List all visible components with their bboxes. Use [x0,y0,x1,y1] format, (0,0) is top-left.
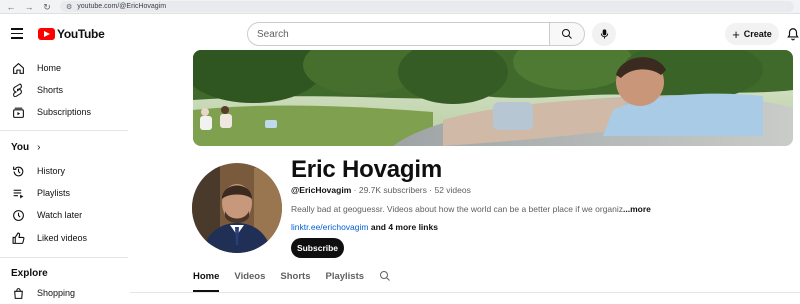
sidebar: Home Shorts Subscriptions You › History … [0,54,130,299]
channel-search-icon[interactable] [379,268,391,285]
sidebar-item-playlists[interactable]: Playlists [0,182,130,204]
subscriptions-icon [11,105,25,119]
home-icon [11,61,25,75]
sidebar-item-home[interactable]: Home [0,57,130,79]
notifications-icon[interactable] [786,26,800,42]
channel-name: Eric Hovagim [291,156,442,183]
youtube-play-icon [38,28,55,40]
tab-videos[interactable]: Videos [234,268,265,292]
channel-description[interactable]: Really bad at geoguessr. Videos about ho… [291,204,651,214]
search-icon [562,29,572,39]
back-icon[interactable]: ← [6,2,16,12]
sidebar-item-shopping[interactable]: Shopping [0,282,130,304]
sidebar-divider [0,130,128,131]
sidebar-divider [0,257,128,258]
plus-icon: + [732,26,740,42]
tab-shorts[interactable]: Shorts [280,268,310,292]
subscribe-button[interactable]: Subscribe [291,238,344,258]
shopping-icon [11,286,25,300]
banner-image [193,50,793,146]
channel-tabs: Home Videos Shorts Playlists [193,268,391,292]
watch-later-icon [11,208,25,222]
sidebar-section-you[interactable]: You › [11,142,41,153]
reload-icon[interactable]: ↻ [42,2,52,12]
tab-home[interactable]: Home [193,268,220,292]
shorts-icon [11,83,25,97]
video-count: 52 videos [434,185,471,195]
channel-avatar[interactable] [192,163,282,253]
more-link[interactable]: ...more [623,204,651,214]
subscriber-count: 29.7K subscribers [358,185,427,195]
voice-search-button[interactable] [592,22,616,46]
chevron-right-icon: › [37,142,41,153]
search-button[interactable] [549,22,585,46]
playlists-icon [11,186,25,200]
address-bar-url: youtube.com/@EricHovagim [77,3,167,10]
masthead: YouTube Search + Create [0,14,800,54]
address-bar[interactable]: ⚙ youtube.com/@EricHovagim [60,1,794,12]
tabs-divider [130,292,800,293]
external-link[interactable]: linktr.ee/erichovagim [291,222,368,232]
microphone-icon [600,29,608,39]
sidebar-item-liked-videos[interactable]: Liked videos [0,227,130,249]
more-links[interactable]: and 4 more links [371,222,438,232]
channel-links: linktr.ee/erichovagim and 4 more links [291,222,438,232]
search-box: Search [247,22,585,46]
sidebar-section-explore: Explore [11,268,48,279]
browser-toolbar: ← → ↻ ⚙ youtube.com/@EricHovagim [0,0,800,14]
create-button[interactable]: + Create [725,23,779,45]
sidebar-item-history[interactable]: History [0,160,130,182]
channel-banner [193,50,793,146]
avatar-image [192,163,282,253]
menu-icon[interactable] [11,28,23,39]
tab-playlists[interactable]: Playlists [325,268,364,292]
channel-meta: @EricHovagim · 29.7K subscribers · 52 vi… [291,185,471,195]
channel-handle: @EricHovagim [291,185,352,195]
search-input[interactable]: Search [247,22,549,46]
history-icon [11,164,25,178]
liked-videos-icon [11,231,25,245]
site-settings-icon[interactable]: ⚙ [66,3,72,11]
forward-icon[interactable]: → [24,2,34,12]
search-placeholder: Search [257,28,289,40]
youtube-logo[interactable]: YouTube [38,27,105,41]
sidebar-item-watch-later[interactable]: Watch later [0,204,130,226]
sidebar-item-subscriptions[interactable]: Subscriptions [0,101,130,123]
sidebar-item-shorts[interactable]: Shorts [0,79,130,101]
